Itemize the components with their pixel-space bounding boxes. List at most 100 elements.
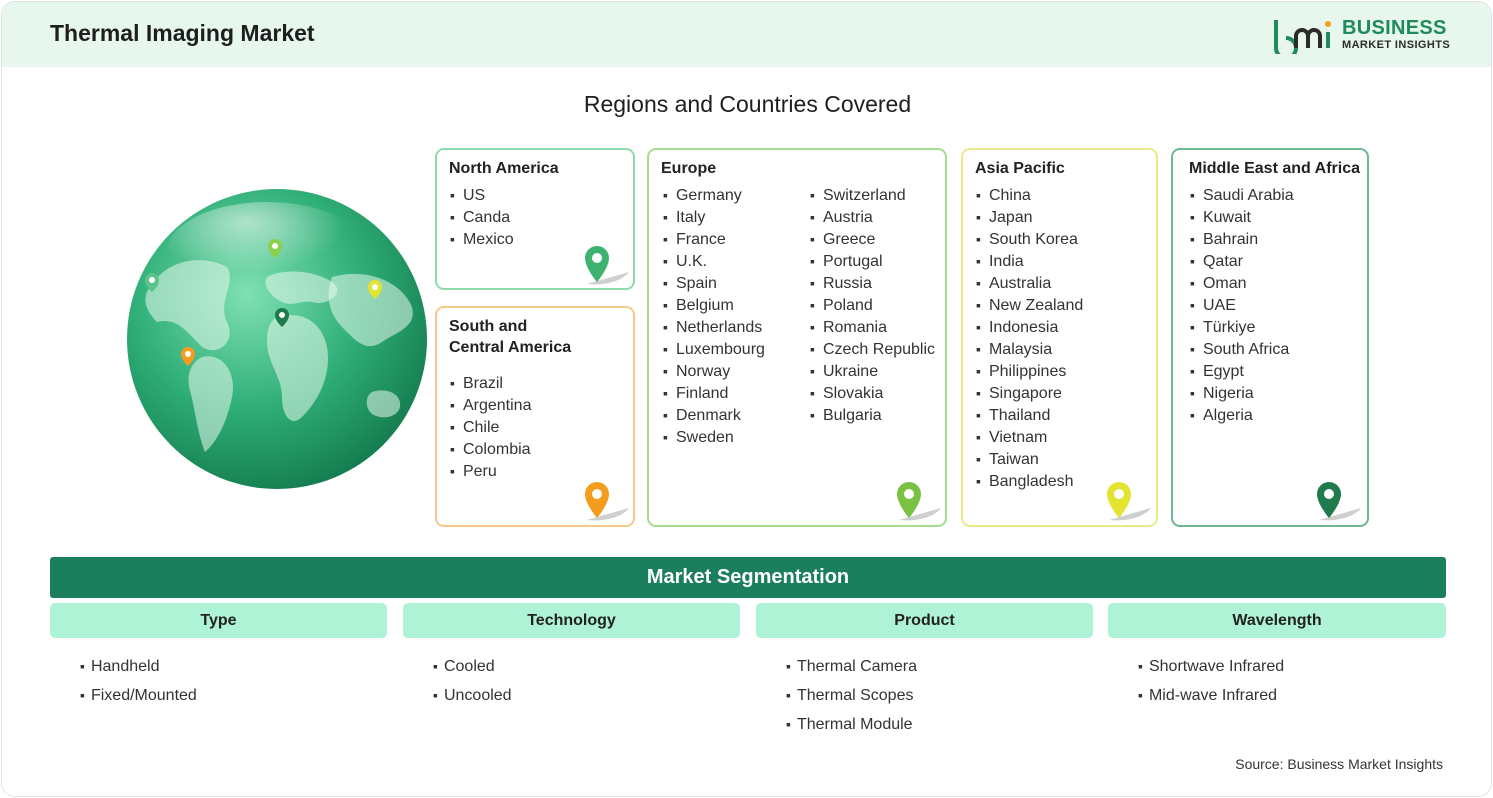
list-item: Bulgaria — [810, 404, 935, 426]
list-item: Slovakia — [810, 382, 935, 404]
list-item: Romania — [810, 316, 935, 338]
list-item: Thermal Module — [786, 710, 917, 739]
region-title-line: Central America — [449, 339, 572, 356]
list-item: Thermal Scopes — [786, 681, 917, 710]
list-item: UAE — [1190, 294, 1294, 316]
logo-text-business: BUSINESS — [1342, 17, 1447, 39]
region-card-south-central-america: South and Central America Brazil Argenti… — [435, 306, 635, 527]
list-item: Bahrain — [1190, 228, 1294, 250]
list-item: Vietnam — [976, 426, 1083, 448]
bmi-logo-icon — [1274, 20, 1331, 54]
list-item: Sweden — [663, 426, 765, 448]
list-item: U.K. — [663, 250, 765, 272]
list-item: Portugal — [810, 250, 935, 272]
country-list-col2: Switzerland Austria Greece Portugal Russ… — [810, 184, 935, 426]
infographic-frame: Thermal Imaging Market BUSINESS MARKET I… — [1, 1, 1492, 797]
region-title: Middle East and Africa — [1189, 160, 1360, 177]
list-item: Fixed/Mounted — [80, 681, 197, 710]
region-title-line: South and — [449, 318, 528, 335]
regions-section-title: Regions and Countries Covered — [583, 91, 912, 117]
segment-list-product: Thermal Camera Thermal Scopes Thermal Mo… — [786, 652, 917, 739]
list-item: Luxembourg — [663, 338, 765, 360]
segment-list-type: Handheld Fixed/Mounted — [80, 652, 197, 710]
list-item: Netherlands — [663, 316, 765, 338]
list-item: Mexico — [450, 228, 514, 250]
list-item: Finland — [663, 382, 765, 404]
globe-illustration — [127, 189, 427, 489]
country-list: Brazil Argentina Chile Colombia Peru — [450, 372, 532, 482]
map-pin-icon — [1317, 482, 1361, 521]
list-item: South Korea — [976, 228, 1083, 250]
country-list: China Japan South Korea India Australia … — [976, 184, 1083, 492]
list-item: Oman — [1190, 272, 1294, 294]
segment-list-technology: Cooled Uncooled — [433, 652, 512, 710]
region-title: Europe — [661, 160, 717, 177]
segmentation-title-bar: Market Segmentation — [50, 557, 1446, 598]
list-item: Uncooled — [433, 681, 512, 710]
page-title: Thermal Imaging Market — [50, 20, 315, 46]
list-item: Malaysia — [976, 338, 1083, 360]
map-pin-icon — [585, 246, 629, 285]
country-list-col1: Germany Italy France U.K. Spain Belgium … — [663, 184, 765, 448]
list-item: China — [976, 184, 1083, 206]
list-item: Belgium — [663, 294, 765, 316]
segment-header-wavelength: Wavelength — [1108, 603, 1446, 638]
list-item: Germany — [663, 184, 765, 206]
list-item: Switzerland — [810, 184, 935, 206]
list-item: Russia — [810, 272, 935, 294]
list-item: Philippines — [976, 360, 1083, 382]
list-item: Algeria — [1190, 404, 1294, 426]
segment-header-technology: Technology — [403, 603, 740, 638]
list-item: Türkiye — [1190, 316, 1294, 338]
list-item: Taiwan — [976, 448, 1083, 470]
region-title: Asia Pacific — [975, 160, 1065, 177]
region-card-asia-pacific: Asia Pacific China Japan South Korea Ind… — [961, 148, 1158, 527]
segment-header-type: Type — [50, 603, 387, 638]
list-item: Singapore — [976, 382, 1083, 404]
list-item: Poland — [810, 294, 935, 316]
map-pin-icon — [1107, 482, 1151, 521]
list-item: Argentina — [450, 394, 532, 416]
list-item: Spain — [663, 272, 765, 294]
list-item: Japan — [976, 206, 1083, 228]
region-card-north-america: North America US Canda Mexico — [435, 148, 635, 290]
map-pin-icon — [585, 482, 629, 521]
list-item: Shortwave Infrared — [1138, 652, 1284, 681]
list-item: Qatar — [1190, 250, 1294, 272]
list-item: Thailand — [976, 404, 1083, 426]
list-item: Denmark — [663, 404, 765, 426]
list-item: Canda — [450, 206, 514, 228]
list-item: US — [450, 184, 514, 206]
list-item: Brazil — [450, 372, 531, 394]
country-list: US Canda Mexico — [450, 184, 514, 250]
list-item: Mid-wave Infrared — [1138, 681, 1284, 710]
list-item: Handheld — [80, 652, 197, 681]
list-item: Cooled — [433, 652, 512, 681]
region-title: North America — [449, 160, 559, 177]
source-note: Source: Business Market Insights — [1235, 756, 1443, 772]
list-item: Peru — [450, 460, 531, 482]
segment-list-wavelength: Shortwave Infrared Mid-wave Infrared — [1138, 652, 1284, 710]
list-item: Bangladesh — [976, 470, 1083, 492]
region-title: South and Central America — [449, 316, 571, 358]
list-item: Nigeria — [1190, 382, 1294, 404]
map-pin-icon — [897, 482, 941, 521]
list-item: Australia — [976, 272, 1083, 294]
list-item: India — [976, 250, 1083, 272]
header-bar: Thermal Imaging Market BUSINESS MARKET I… — [2, 2, 1491, 67]
segment-header-product: Product — [756, 603, 1093, 638]
list-item: Thermal Camera — [786, 652, 917, 681]
list-item: Ukraine — [810, 360, 935, 382]
list-item: Norway — [663, 360, 765, 382]
list-item: France — [663, 228, 765, 250]
company-logo: BUSINESS MARKET INSIGHTS — [1272, 16, 1452, 56]
list-item: South Africa — [1190, 338, 1294, 360]
list-item: Kuwait — [1190, 206, 1294, 228]
list-item: Austria — [810, 206, 935, 228]
country-list: Saudi Arabia Kuwait Bahrain Qatar Oman U… — [1190, 184, 1294, 426]
list-item: Egypt — [1190, 360, 1294, 382]
list-item: Czech Republic — [810, 338, 935, 360]
region-card-europe: Europe Germany Italy France U.K. Spain B… — [647, 148, 947, 527]
list-item: Indonesia — [976, 316, 1083, 338]
list-item: Italy — [663, 206, 765, 228]
